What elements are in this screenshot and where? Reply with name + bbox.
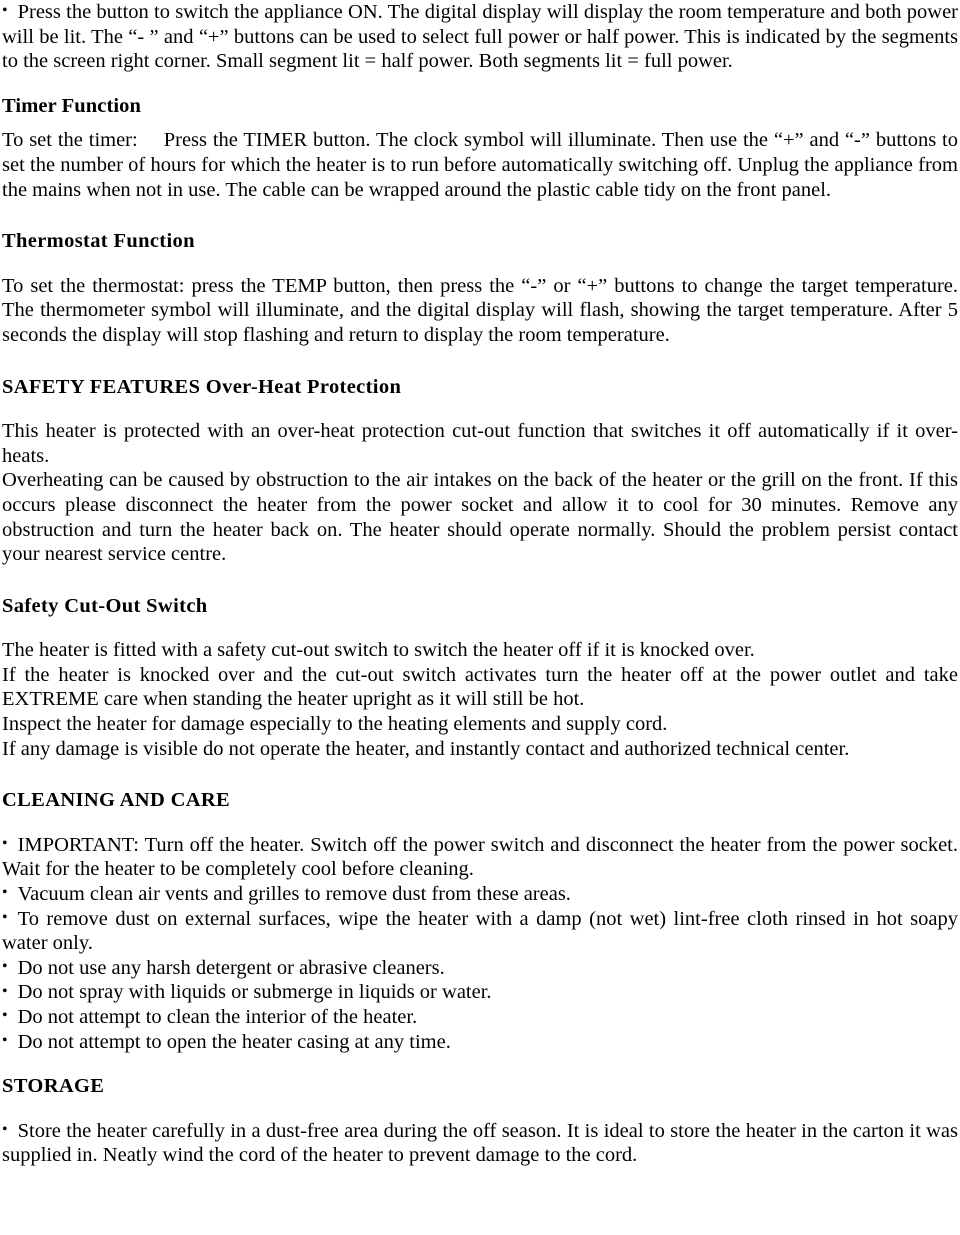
cleaning-bullet-item: • Vacuum clean air vents and grilles to r…	[2, 882, 958, 907]
cleaning-bullet-text: Do not attempt to open the heater casing…	[17, 1030, 451, 1053]
cleaning-bullet-text: Do not attempt to clean the interior of …	[17, 1006, 418, 1028]
cleaning-bullet-item: • Do not spray with liquids or submerge i…	[2, 980, 958, 1005]
cleaning-bullet-item: • Do not attempt to clean the interior of…	[2, 1005, 958, 1030]
bullet-icon: •	[2, 957, 8, 975]
cleaning-bullet-item: • Do not use any harsh detergent or abras…	[2, 956, 958, 981]
bullet-icon: •	[2, 1007, 8, 1025]
bullet-icon: •	[2, 834, 8, 852]
overheat-paragraph-1: This heater is protected with an over-he…	[2, 420, 958, 467]
heading-thermostat-function: Thermostat Function	[2, 230, 195, 253]
heading-storage: STORAGE	[2, 1075, 105, 1098]
heading-cleaning-and-care: CLEANING AND CARE	[2, 789, 231, 812]
storage-bullet-text: Store the heater carefully in a dust-fre…	[2, 1119, 958, 1167]
cutout-line-3: Inspect the heater for damage especially…	[2, 713, 668, 736]
bullet-icon: •	[2, 1031, 8, 1049]
timer-body-text: Press the TIMER button. The clock symbol…	[2, 129, 958, 201]
bullet-icon: •	[2, 2, 8, 20]
cutout-line-4: If any damage is visible do not operate …	[2, 737, 850, 760]
heading-safety-cutout-switch: Safety Cut-Out Switch	[2, 594, 208, 617]
cutout-line-2: If the heater is knocked over and the cu…	[2, 663, 958, 711]
document-page: • Press the button to switch the applianc…	[0, 0, 960, 1235]
cleaning-bullet-text: Vacuum clean air vents and grilles to re…	[17, 883, 571, 906]
bullet-icon: •	[2, 884, 8, 902]
bullet-icon: •	[2, 908, 8, 926]
cutout-line-1: The heater is fitted with a safety cut-o…	[2, 639, 755, 662]
timer-paragraph: To set the timer: Press the TIMER button.…	[2, 128, 958, 202]
cleaning-bullet-item: • IMPORTANT: Turn off the heater. Switch …	[2, 833, 958, 882]
cleaning-bullet-text: Do not spray with liquids or submerge in…	[17, 981, 492, 1004]
cleaning-bullet-text: Do not use any harsh detergent or abrasi…	[17, 956, 445, 979]
bullet-icon: •	[2, 1120, 8, 1138]
heading-timer-function: Timer Function	[2, 94, 142, 117]
overheat-paragraph-2: Overheating can be caused by obstruction…	[2, 469, 958, 566]
cleaning-bullet-text: To remove dust on external surfaces, wip…	[2, 907, 958, 955]
power-instruction-text: Press the button to switch the appliance…	[2, 1, 958, 73]
thermostat-paragraph: To set the thermostat: press the TEMP bu…	[2, 274, 958, 346]
page-column: • Press the button to switch the applianc…	[2, 0, 958, 1168]
timer-lead-label: To set the timer:	[2, 129, 138, 152]
cleaning-bullet-text: IMPORTANT: Turn off the heater. Switch o…	[2, 833, 958, 881]
bullet-icon: •	[2, 982, 8, 1000]
storage-bullet-item: • Store the heater carefully in a dust-fr…	[2, 1119, 958, 1168]
cleaning-bullet-item: • Do not attempt to open the heater casin…	[2, 1030, 958, 1055]
heading-safety-features: SAFETY FEATURES Over-Heat Protection	[2, 375, 402, 398]
power-instruction-bullet: • Press the button to switch the applianc…	[2, 0, 958, 74]
cleaning-bullet-item: • To remove dust on external surfaces, wi…	[2, 907, 958, 956]
